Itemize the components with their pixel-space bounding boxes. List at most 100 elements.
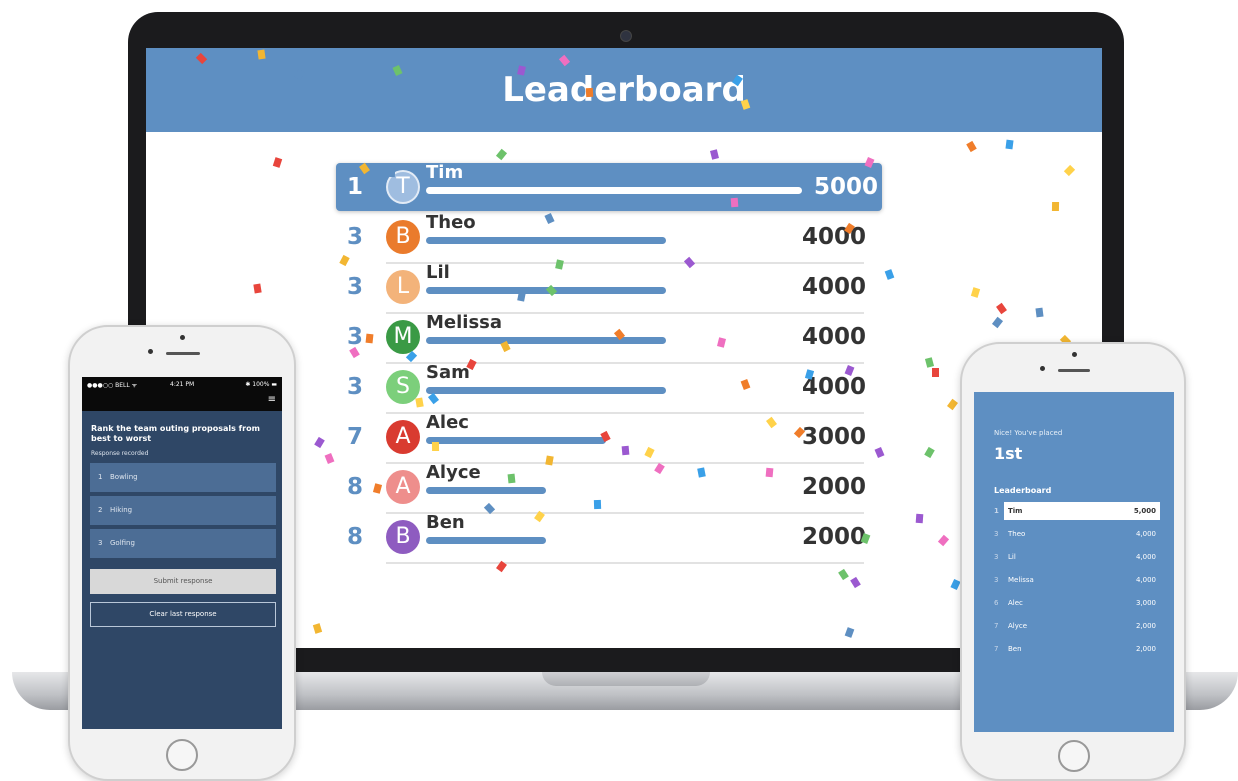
home-button[interactable] (166, 739, 198, 771)
row-name: Alyce (426, 462, 481, 483)
clear-last-response-button[interactable]: Clear last response (90, 602, 276, 627)
row-rank: 1 (346, 174, 363, 200)
score-bar (426, 487, 546, 494)
option-number: 2 (98, 506, 103, 514)
option-number: 3 (98, 539, 103, 547)
mobile-leaderboard-row: 6 Alec 3,000 (994, 594, 1160, 612)
row-divider (386, 562, 864, 564)
mobile-row-score: 4,000 (1135, 576, 1156, 584)
avatar: B (386, 520, 420, 554)
row-rank: 8 (346, 524, 363, 550)
mobile-row-rank: 3 (994, 530, 999, 538)
rank-option-bowling[interactable]: 1 Bowling (90, 463, 276, 492)
confetti-piece (1005, 139, 1014, 150)
row-name: Ben (426, 512, 465, 533)
question-text: Rank the team outing proposals from best… (91, 424, 260, 443)
hamburger-menu-icon[interactable]: ≡ (268, 395, 276, 405)
option-label: Golfing (110, 539, 135, 547)
row-rank: 3 (346, 224, 363, 250)
status-bar: ●●●○○ BELL ᯤ 4:21 PM ✱ 100% ▬ ≡ (82, 377, 282, 411)
mobile-row-rank: 7 (994, 645, 999, 653)
row-rank: 3 (346, 274, 363, 300)
confetti-piece (838, 568, 849, 581)
confetti-piece (1035, 307, 1044, 318)
confetti-piece (850, 576, 861, 589)
option-number: 1 (98, 473, 103, 481)
status-carrier: ●●●○○ BELL ᯤ (87, 382, 138, 389)
avatar: B (386, 220, 420, 254)
mobile-leaderboard-row: 7 Alyce 2,000 (994, 617, 1160, 635)
confetti-piece (585, 87, 594, 98)
mobile-row-name: Alec (1008, 599, 1023, 607)
score-bar (426, 337, 666, 344)
row-name: Melissa (426, 312, 503, 333)
left-phone-screen: ●●●○○ BELL ᯤ 4:21 PM ✱ 100% ▬ ≡ Rank the… (82, 377, 282, 729)
score-bar (426, 387, 666, 394)
confetti-piece (697, 467, 706, 478)
score-bar-track (426, 387, 666, 394)
avatar: A (386, 470, 420, 504)
row-score: 2000 (801, 474, 866, 500)
response-recorded-text: Response recorded (91, 450, 149, 457)
confetti-piece (932, 368, 939, 377)
confetti-piece (966, 140, 977, 153)
home-button[interactable] (1058, 740, 1090, 772)
mobile-row-score: 2,000 (1135, 622, 1156, 630)
left-phone: ●●●○○ BELL ᯤ 4:21 PM ✱ 100% ▬ ≡ Rank the… (68, 325, 296, 781)
row-score: 2000 (801, 524, 866, 550)
confetti-piece (915, 513, 924, 524)
score-bar-track (426, 437, 606, 444)
mobile-row-name: Lil (1008, 553, 1016, 561)
mobile-leaderboard-row: 3 Theo 4,000 (994, 525, 1160, 543)
mobile-leaderboard-row-current-user: 1 Tim 5,000 (994, 502, 1160, 520)
row-rank: 3 (346, 374, 363, 400)
confetti-piece (1051, 201, 1060, 212)
mobile-row-name: Theo (1008, 530, 1026, 538)
confetti-piece (710, 149, 719, 160)
phone-camera-icon (180, 335, 185, 340)
confetti-piece (415, 397, 424, 408)
confetti-piece (253, 283, 262, 294)
option-label: Bowling (110, 473, 138, 481)
mobile-row-rank: 7 (994, 622, 999, 630)
confetti-piece (257, 49, 266, 60)
mobile-row-name: Ben (1008, 645, 1022, 653)
confetti-piece (844, 627, 855, 638)
score-bar-track (426, 537, 546, 544)
rank-option-hiking[interactable]: 2 Hiking (90, 496, 276, 525)
mobile-row-name: Melissa (1008, 576, 1034, 584)
mobile-row-rank: 3 (994, 553, 999, 561)
confetti-piece (765, 467, 774, 478)
submit-response-button[interactable]: Submit response (90, 569, 276, 594)
mobile-leaderboard-title: Leaderboard (994, 486, 1052, 495)
leaderboard-row: 3 B Theo 4000 (146, 212, 1102, 264)
row-rank: 8 (346, 474, 363, 500)
laptop-notch (542, 672, 710, 686)
score-bar-track (426, 187, 802, 194)
score-bar (426, 437, 606, 444)
confetti-piece (312, 623, 323, 634)
confetti-piece (365, 333, 374, 344)
score-bar-track (426, 337, 666, 344)
row-score: 4000 (801, 224, 866, 250)
right-phone: Nice! You've placed 1st Leaderboard 1 Tim… (960, 342, 1186, 781)
mobile-row-rank: 1 (994, 507, 999, 515)
placed-value: 1st (994, 444, 1023, 463)
score-bar (426, 537, 546, 544)
phone-sensor-icon (148, 349, 153, 354)
avatar: A (386, 420, 420, 454)
confetti-piece (387, 167, 396, 178)
mobile-row-score: 3,000 (1135, 599, 1156, 607)
mobile-leaderboard-row: 3 Melissa 4,000 (994, 571, 1160, 589)
rank-option-golfing[interactable]: 3 Golfing (90, 529, 276, 558)
leaderboard-row: 1 T Tim 5000 (146, 162, 1102, 214)
mobile-row-score: 4,000 (1135, 530, 1156, 538)
avatar: L (386, 270, 420, 304)
option-label: Hiking (110, 506, 133, 514)
confetti-piece (593, 499, 602, 510)
mobile-row-rank: 6 (994, 599, 999, 607)
right-phone-screen: Nice! You've placed 1st Leaderboard 1 Tim… (974, 392, 1174, 732)
avatar: M (386, 320, 420, 354)
row-name: Lil (426, 262, 450, 283)
mobile-leaderboard-row: 3 Lil 4,000 (994, 548, 1160, 566)
